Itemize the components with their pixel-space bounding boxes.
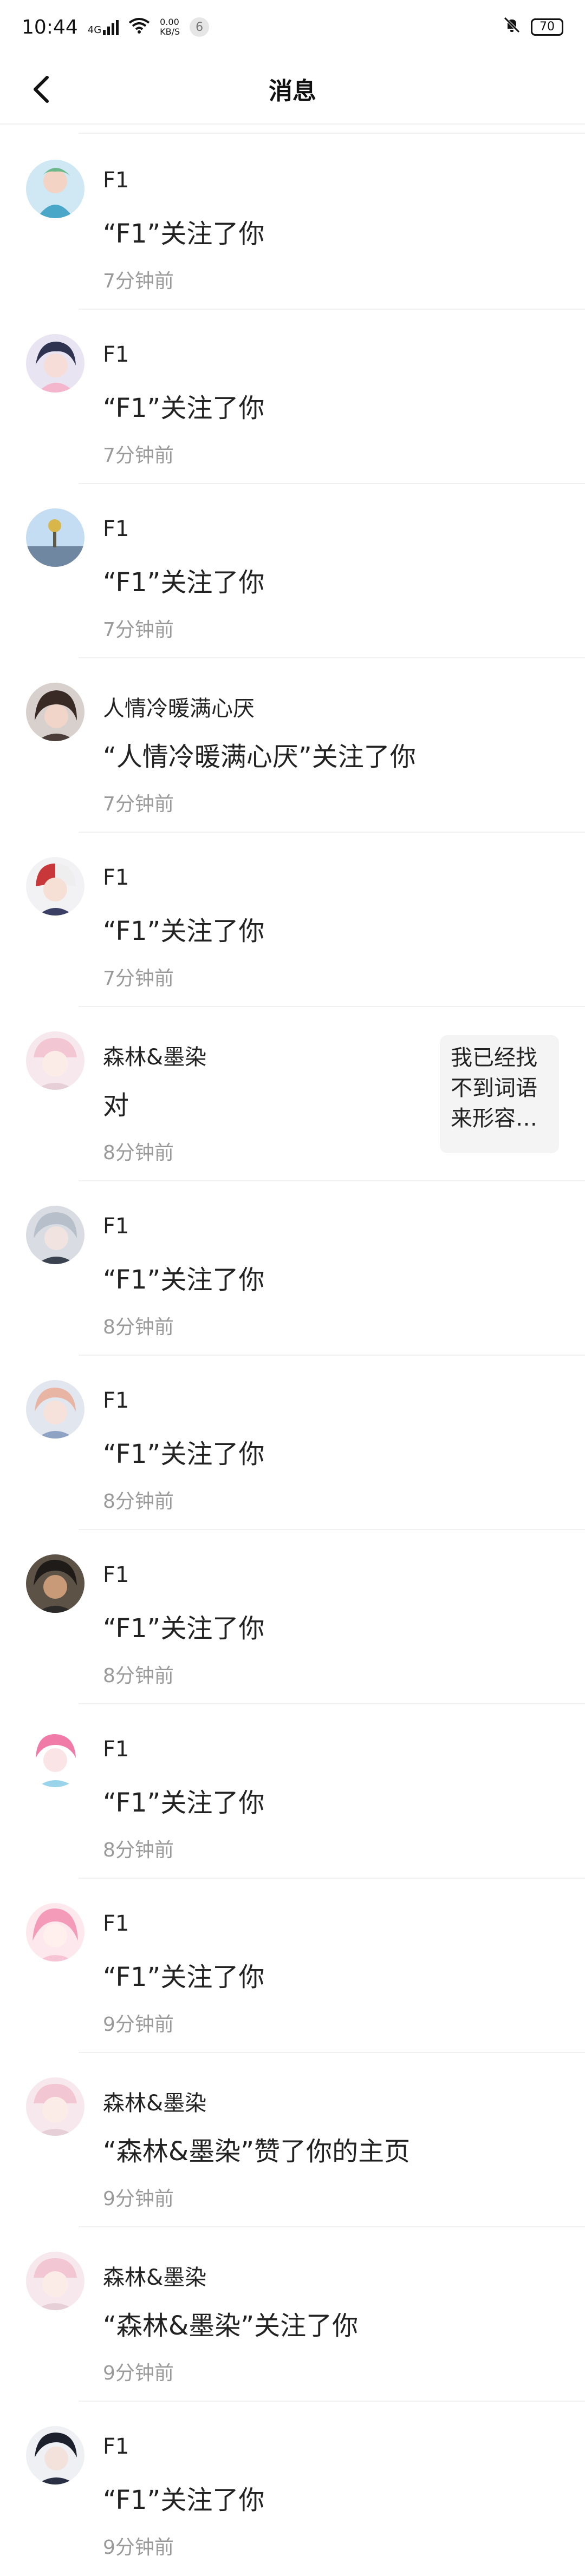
list-item[interactable]: F1 “F1”关注了你 8分钟前 [0, 1704, 585, 1879]
sender-name[interactable]: 人情冷暖满心厌 [103, 691, 255, 722]
sender-name[interactable]: F1 [103, 865, 129, 890]
list-item[interactable]: F1 “F1”关注了你 8分钟前 [0, 1181, 585, 1356]
notification-message: “F1”关注了你 [103, 1613, 265, 1644]
nav-bar: 消息 [0, 54, 585, 125]
notification-time: 7分钟前 [103, 619, 174, 641]
list-item[interactable]: 森林&墨染 “森林&墨染”关注了你 9分钟前 [0, 2227, 585, 2402]
sender-name[interactable]: 森林&墨染 [103, 2085, 206, 2117]
page-title: 消息 [269, 77, 316, 105]
avatar[interactable] [26, 2252, 84, 2310]
notification-message: “森林&墨染”关注了你 [103, 2311, 359, 2341]
notification-message: “F1”关注了你 [103, 916, 265, 946]
list-item[interactable]: 森林&墨染 对 8分钟前 我已经找不到词语来形容… [0, 1007, 585, 1181]
sender-name[interactable]: F1 [103, 1214, 129, 1239]
avatar[interactable] [26, 508, 84, 567]
divider [79, 133, 585, 134]
notification-time: 7分钟前 [103, 444, 174, 467]
status-right: 70 [503, 16, 563, 39]
notification-time: 8分钟前 [103, 1839, 174, 1861]
list-item[interactable]: F1 “F1”关注了你 8分钟前 [0, 1356, 585, 1530]
avatar[interactable] [26, 683, 84, 741]
avatar[interactable] [26, 160, 84, 218]
status-left: 10:44 4G 0.00 KB/S 6 [22, 16, 210, 38]
notification-message: “F1”关注了你 [103, 1439, 265, 1469]
sender-name[interactable]: 森林&墨染 [103, 1039, 206, 1071]
notification-message: “F1”关注了你 [103, 1788, 265, 1818]
notification-time: 8分钟前 [103, 1142, 174, 1164]
avatar[interactable] [26, 2426, 84, 2485]
battery-icon: 70 [531, 18, 563, 36]
list-item[interactable]: F1 “F1”关注了你 9分钟前 [0, 1879, 585, 2053]
back-button[interactable] [22, 70, 60, 108]
notification-count-badge: 6 [190, 17, 210, 37]
notification-time: 9分钟前 [103, 2188, 174, 2210]
notification-message: “F1”关注了你 [103, 2485, 265, 2515]
notification-list[interactable]: F1 “F1”关注了你 7分钟前 F1 “F1”关注了你 7分钟前 F1 “F1… [0, 135, 585, 2576]
notification-message: “F1”关注了你 [103, 1265, 265, 1295]
avatar[interactable] [26, 1380, 84, 1439]
avatar[interactable] [26, 1903, 84, 1962]
list-item[interactable]: F1 “F1”关注了你 7分钟前 [0, 833, 585, 1007]
avatar[interactable] [26, 2077, 84, 2136]
cellular-signal-icon: 4G [88, 19, 119, 35]
chevron-left-icon [34, 76, 49, 103]
notification-message: “森林&墨染”赞了你的主页 [103, 2136, 411, 2167]
list-item[interactable]: F1 “F1”关注了你 9分钟前 [0, 2402, 585, 2576]
list-item[interactable]: F1 “F1”关注了你 7分钟前 [0, 135, 585, 310]
notification-time: 7分钟前 [103, 967, 174, 990]
network-speed: 0.00 KB/S [160, 17, 180, 37]
sender-name[interactable]: F1 [103, 516, 129, 541]
sender-name[interactable]: F1 [103, 2434, 129, 2459]
avatar[interactable] [26, 1206, 84, 1264]
notification-message: “F1”关注了你 [103, 567, 265, 598]
notification-time: 8分钟前 [103, 1316, 174, 1338]
avatar[interactable] [26, 1031, 84, 1090]
clock: 10:44 [22, 16, 78, 38]
notification-message: “F1”关注了你 [103, 219, 265, 249]
notification-time: 7分钟前 [103, 270, 174, 292]
sender-name[interactable]: F1 [103, 342, 129, 367]
notification-message: 对 [103, 1090, 129, 1121]
sender-name[interactable]: F1 [103, 1388, 129, 1413]
notification-time: 8分钟前 [103, 1665, 174, 1687]
quoted-content-card[interactable]: 我已经找不到词语来形容… [440, 1035, 559, 1153]
list-item[interactable]: F1 “F1”关注了你 7分钟前 [0, 310, 585, 484]
sender-name[interactable]: F1 [103, 168, 129, 193]
list-item[interactable]: 人情冷暖满心厌 “人情冷暖满心厌”关注了你 7分钟前 [0, 658, 585, 833]
sender-name[interactable]: F1 [103, 1562, 129, 1587]
avatar[interactable] [26, 1729, 84, 1787]
wifi-icon [128, 16, 150, 38]
notification-message: “人情冷暖满心厌”关注了你 [103, 742, 416, 772]
sender-name[interactable]: F1 [103, 1737, 129, 1762]
notification-time: 9分钟前 [103, 2013, 174, 2036]
avatar[interactable] [26, 857, 84, 916]
notification-time: 8分钟前 [103, 1490, 174, 1513]
notification-time: 9分钟前 [103, 2362, 174, 2384]
avatar[interactable] [26, 334, 84, 393]
avatar[interactable] [26, 1554, 84, 1613]
list-item[interactable]: F1 “F1”关注了你 7分钟前 [0, 484, 585, 658]
mute-bell-icon [503, 16, 521, 39]
sender-name[interactable]: 森林&墨染 [103, 2260, 206, 2291]
notification-message: “F1”关注了你 [103, 1962, 265, 1992]
list-item[interactable]: 森林&墨染 “森林&墨染”赞了你的主页 9分钟前 [0, 2053, 585, 2227]
notification-time: 9分钟前 [103, 2536, 174, 2559]
status-bar: 10:44 4G 0.00 KB/S 6 70 [0, 0, 585, 54]
list-item[interactable]: F1 “F1”关注了你 8分钟前 [0, 1530, 585, 1704]
sender-name[interactable]: F1 [103, 1911, 129, 1936]
notification-message: “F1”关注了你 [103, 393, 265, 423]
notification-time: 7分钟前 [103, 793, 174, 815]
